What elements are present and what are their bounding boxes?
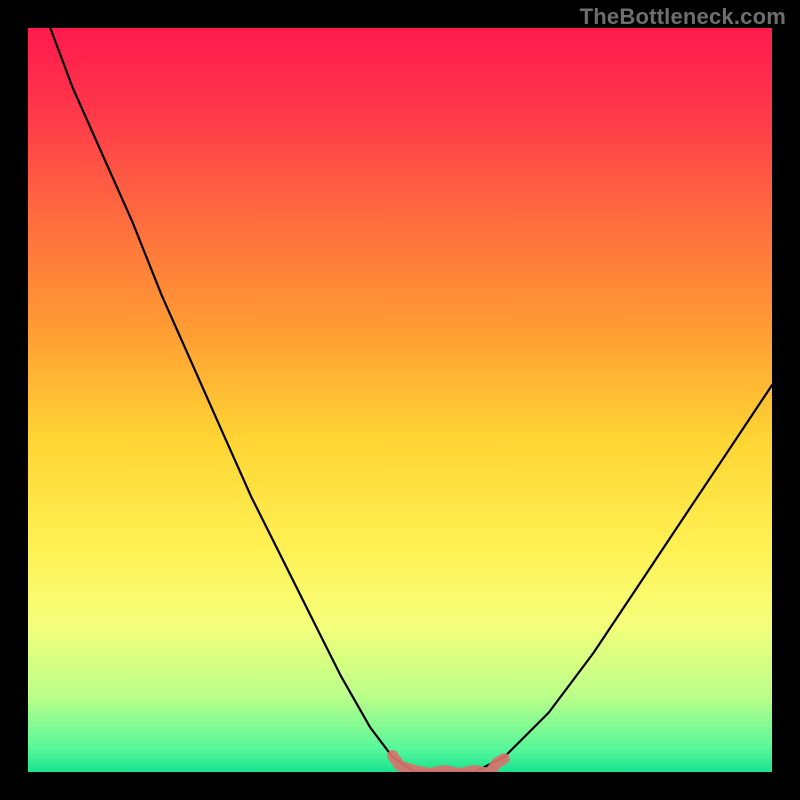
bottleneck-chart bbox=[28, 28, 772, 772]
watermark-text: TheBottleneck.com bbox=[580, 4, 786, 30]
plot-area bbox=[28, 28, 772, 772]
chart-frame: TheBottleneck.com bbox=[0, 0, 800, 800]
chart-background bbox=[28, 28, 772, 772]
